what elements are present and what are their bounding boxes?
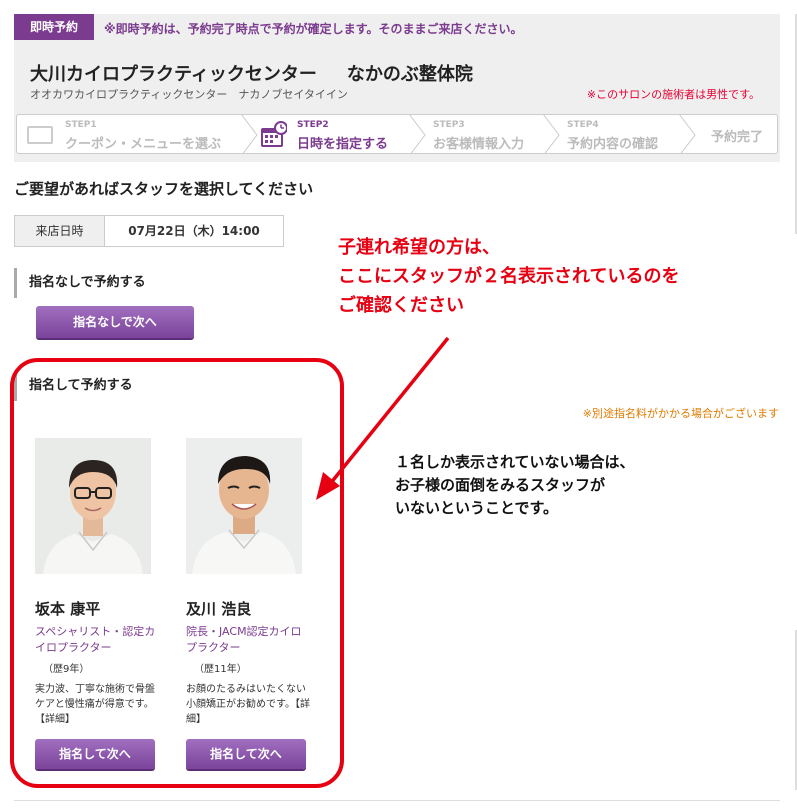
annotation-black: １名しか表示されていない場合は、 お子様の面倒をみるスタッフが いないということ… bbox=[395, 451, 635, 520]
annotation-black-line: お子様の面倒をみるスタッフが bbox=[395, 476, 606, 494]
annotation-black-line: １名しか表示されていない場合は、 bbox=[395, 453, 635, 471]
arrow-icon bbox=[316, 336, 450, 500]
bottom-divider bbox=[14, 800, 780, 801]
annotation-black-line: いないということです。 bbox=[395, 499, 559, 517]
